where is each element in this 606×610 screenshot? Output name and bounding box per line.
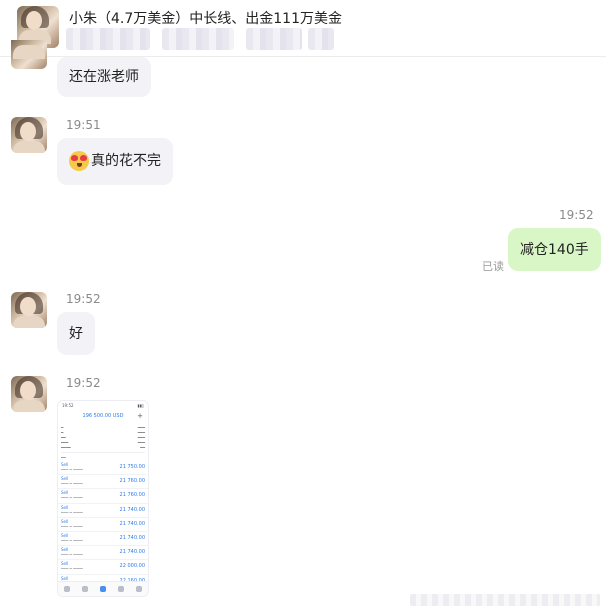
blurred-watermark xyxy=(410,594,600,606)
sender-avatar[interactable] xyxy=(11,40,47,69)
position-detail: ━━━ ━ ━━━━ xyxy=(61,509,83,515)
sender-avatar[interactable] xyxy=(11,292,47,328)
avatar-face xyxy=(20,297,36,316)
message-time: 19:51 xyxy=(66,118,101,132)
nav-icon xyxy=(118,586,124,592)
avatar-body xyxy=(13,45,45,59)
position-row: Sell ━━━ ━ ━━━━ 21 740.00 xyxy=(58,504,148,518)
sender-avatar[interactable] xyxy=(11,117,47,153)
phone-status-bar: 19:52 ▮▮▯ xyxy=(58,401,148,411)
message-time: 19:52 xyxy=(66,376,101,390)
position-amount: 21 740.00 xyxy=(119,520,145,527)
position-list: Sell ━━━ ━ ━━━━ 21 750.00 Sell ━━━ ━ ━━━━ 21 … xyxy=(58,461,148,589)
blurred-subtitle xyxy=(162,28,234,50)
avatar-face xyxy=(20,122,36,141)
avatar-body xyxy=(13,316,45,328)
image-message[interactable]: 19:52 ▮▮▯ + 196 500.00 USD ━ ━━━ ━ ━━━ ━━ ━… xyxy=(57,400,149,597)
position-amount: 21 750.00 xyxy=(119,464,145,470)
position-row: Sell ━━━ ━ ━━━━ 21 760.00 xyxy=(58,489,148,504)
battery-icon: ▮▮▯ xyxy=(137,403,144,408)
message-time: 19:52 xyxy=(66,292,101,306)
position-detail: ━━━ ━ ━━━━ xyxy=(61,566,83,572)
position-detail: ━━━ ━ ━━━━ xyxy=(61,537,83,543)
phone-time: 19:52 xyxy=(62,403,74,408)
position-row: Sell ━━━ ━ ━━━━ 21 750.00 xyxy=(58,461,148,476)
position-row: Sell ━━━ ━ ━━━━ 22 000.00 xyxy=(58,560,148,575)
chat-title: 小朱（4.7万美金）中长线、出金111万美金 xyxy=(69,11,342,27)
blurred-subtitle xyxy=(246,28,302,50)
position-amount: 21 760.00 xyxy=(119,478,145,485)
message-text: 真的花不完 xyxy=(91,153,161,169)
avatar-face xyxy=(20,381,36,400)
position-amount: 21 740.00 xyxy=(119,534,145,541)
position-detail: ━━━ ━ ━━━━ xyxy=(61,552,83,558)
position-amount: 21 760.00 xyxy=(119,492,145,499)
position-row: Sell ━━━ ━ ━━━━ 21 760.00 xyxy=(58,475,148,490)
chat-header: 小朱（4.7万美金）中长线、出金111万美金 xyxy=(0,0,606,57)
heart-eyes-emoji xyxy=(69,151,89,171)
message-bubble[interactable]: 减仓140手 xyxy=(508,228,601,271)
divider xyxy=(61,452,145,453)
position-amount: 22 000.00 xyxy=(119,563,145,570)
blurred-subtitle xyxy=(308,28,334,50)
position-amount: 21 740.00 xyxy=(119,549,145,556)
phone-bottom-nav xyxy=(58,581,148,596)
position-amount: 21 740.00 xyxy=(119,506,145,513)
avatar-body xyxy=(13,141,45,153)
position-detail: ━━━ ━ ━━━━ xyxy=(61,467,83,472)
message-bubble[interactable]: 还在涨老师 xyxy=(57,57,151,97)
nav-icon xyxy=(64,586,70,592)
message-time: 19:52 xyxy=(559,208,594,222)
nav-icon xyxy=(100,586,106,592)
position-detail: ━━━ ━ ━━━━ xyxy=(61,523,83,529)
position-row: Sell ━━━ ━ ━━━━ 21 740.00 xyxy=(58,532,148,547)
blurred-subtitle xyxy=(66,28,150,50)
sender-avatar[interactable] xyxy=(11,376,47,412)
position-detail: ━━━ ━ ━━━━ xyxy=(61,495,83,501)
nav-icon xyxy=(82,586,88,592)
avatar-body xyxy=(13,400,45,412)
position-row: Sell ━━━ ━ ━━━━ 21 740.00 xyxy=(58,546,148,561)
account-balance: 196 500.00 USD xyxy=(82,413,124,419)
nav-icon xyxy=(136,586,142,592)
summary-row: ━━━━━━ xyxy=(61,445,145,450)
message-bubble[interactable]: 真的花不完 xyxy=(57,138,173,185)
read-status: 已读 xyxy=(482,260,504,273)
avatar-face xyxy=(26,11,42,30)
plus-icon: + xyxy=(137,412,143,420)
position-detail: ━━━ ━ ━━━━ xyxy=(61,481,83,487)
message-bubble[interactable]: 好 xyxy=(57,312,95,355)
position-row: Sell ━━━ ━ ━━━━ 21 740.00 xyxy=(58,518,148,532)
